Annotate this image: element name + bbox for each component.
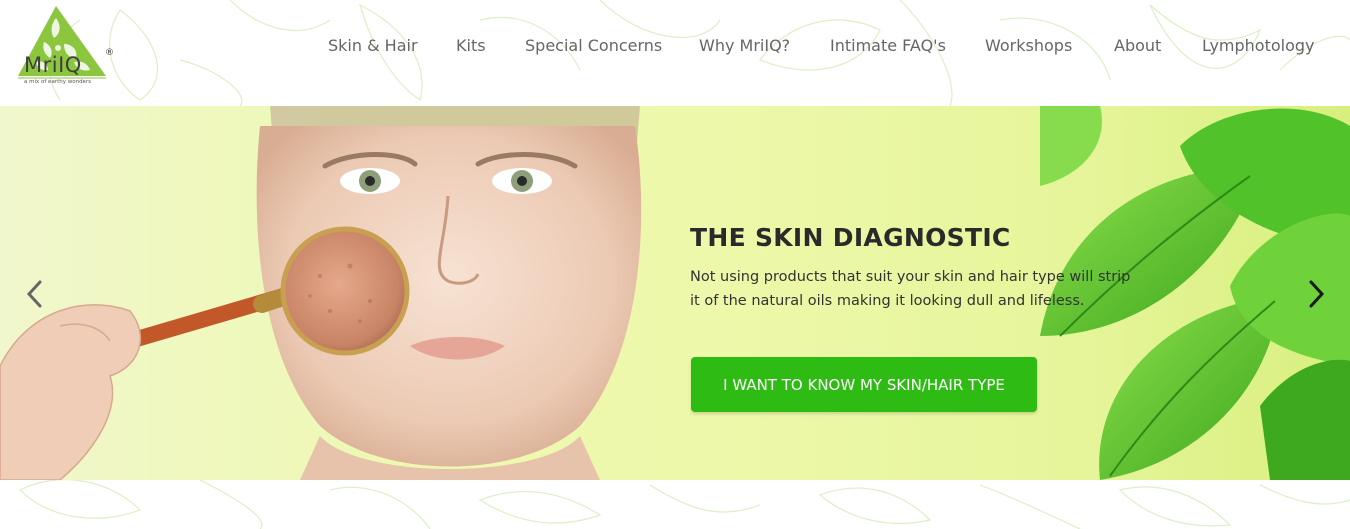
- nav-item-skin-hair[interactable]: Skin & Hair: [328, 36, 418, 55]
- logo-tagline: a mix of earthy wonders: [24, 79, 92, 85]
- hero-title: THE SKIN DIAGNOSTIC: [690, 223, 1011, 252]
- slider-prev-button[interactable]: [22, 276, 48, 312]
- nav-item-workshops[interactable]: Workshops: [985, 36, 1072, 55]
- slider-next-button[interactable]: [1303, 276, 1329, 312]
- site-header: MriIQ ® a mix of earthy wonders Skin & H…: [0, 0, 1350, 106]
- nav-item-intimate-faqs[interactable]: Intimate FAQ's: [830, 36, 946, 55]
- chevron-right-icon: [1309, 280, 1325, 308]
- nav-item-about[interactable]: About: [1114, 36, 1161, 55]
- skin-hair-type-cta-button[interactable]: I WANT TO KNOW MY SKIN/HAIR TYPE: [691, 357, 1037, 412]
- hero-illustration: [0, 106, 1350, 480]
- main-navigation: Skin & Hair Kits Special Concerns Why Mr…: [0, 36, 1350, 60]
- nav-item-lymphotology[interactable]: Lymphotology: [1202, 36, 1315, 55]
- nav-item-why-mriiq[interactable]: Why MriIQ?: [699, 36, 790, 55]
- hand-shape: [0, 304, 141, 480]
- nav-item-special-concerns[interactable]: Special Concerns: [525, 36, 662, 55]
- nav-item-kits[interactable]: Kits: [456, 36, 486, 55]
- hero-description: Not using products that suit your skin a…: [690, 269, 1131, 309]
- chevron-left-icon: [26, 280, 42, 308]
- magnifier-lens: [280, 226, 410, 356]
- hero-slider: THE SKIN DIAGNOSTIC Not using products t…: [0, 106, 1350, 480]
